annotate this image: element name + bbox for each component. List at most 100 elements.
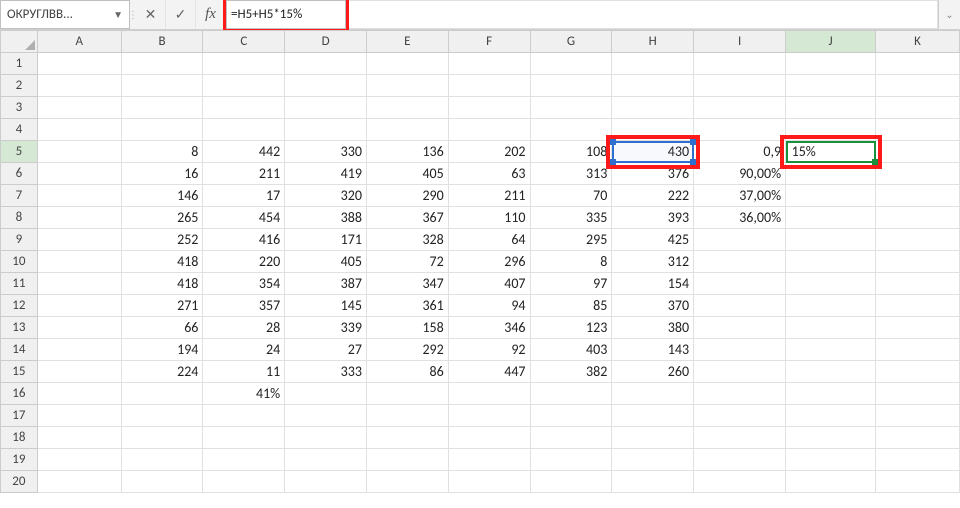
row-header-20[interactable]: 20 bbox=[1, 471, 38, 493]
cell-J5[interactable] bbox=[786, 141, 876, 163]
column-header-J[interactable]: J bbox=[786, 31, 876, 53]
row-header-12[interactable]: 12 bbox=[1, 295, 38, 317]
cell-B6[interactable]: 16 bbox=[121, 163, 203, 185]
cell-I18[interactable] bbox=[694, 427, 786, 449]
cell-J9[interactable] bbox=[786, 229, 876, 251]
cell-C12[interactable]: 357 bbox=[203, 295, 285, 317]
cell-C20[interactable] bbox=[203, 471, 285, 493]
cell-H16[interactable] bbox=[612, 383, 694, 405]
row-header-2[interactable]: 2 bbox=[1, 75, 38, 97]
cell-F19[interactable] bbox=[448, 449, 530, 471]
cell-J14[interactable] bbox=[786, 339, 876, 361]
column-header-A[interactable]: A bbox=[37, 31, 121, 53]
cell-K3[interactable] bbox=[876, 97, 960, 119]
row-header-11[interactable]: 11 bbox=[1, 273, 38, 295]
cell-I3[interactable] bbox=[694, 97, 786, 119]
cell-C10[interactable]: 220 bbox=[203, 251, 285, 273]
cell-H2[interactable] bbox=[612, 75, 694, 97]
cell-B15[interactable]: 224 bbox=[121, 361, 203, 383]
select-all-corner[interactable] bbox=[1, 31, 38, 53]
cell-K20[interactable] bbox=[876, 471, 960, 493]
cell-D19[interactable] bbox=[285, 449, 367, 471]
cell-F4[interactable] bbox=[448, 119, 530, 141]
cell-F6[interactable]: 63 bbox=[448, 163, 530, 185]
cell-B16[interactable] bbox=[121, 383, 203, 405]
cell-J4[interactable] bbox=[786, 119, 876, 141]
cell-I12[interactable] bbox=[694, 295, 786, 317]
cell-D18[interactable] bbox=[285, 427, 367, 449]
cell-E1[interactable] bbox=[366, 53, 448, 75]
cell-C13[interactable]: 28 bbox=[203, 317, 285, 339]
cell-H19[interactable] bbox=[612, 449, 694, 471]
cell-G14[interactable]: 403 bbox=[530, 339, 612, 361]
cell-I19[interactable] bbox=[694, 449, 786, 471]
name-box[interactable]: ОКРУГЛВВ... ▼ bbox=[0, 0, 130, 29]
cell-A18[interactable] bbox=[37, 427, 121, 449]
cell-H13[interactable]: 380 bbox=[612, 317, 694, 339]
cell-H4[interactable] bbox=[612, 119, 694, 141]
cell-B5[interactable]: 8 bbox=[121, 141, 203, 163]
column-header-F[interactable]: F bbox=[448, 31, 530, 53]
row-header-10[interactable]: 10 bbox=[1, 251, 38, 273]
formula-input[interactable]: =H5+H5*15% bbox=[226, 0, 346, 29]
cell-A11[interactable] bbox=[37, 273, 121, 295]
formula-input-extent[interactable] bbox=[346, 0, 938, 29]
cell-G12[interactable]: 85 bbox=[530, 295, 612, 317]
cell-D9[interactable]: 171 bbox=[285, 229, 367, 251]
cell-K10[interactable] bbox=[876, 251, 960, 273]
cell-F17[interactable] bbox=[448, 405, 530, 427]
cell-K7[interactable] bbox=[876, 185, 960, 207]
cell-G19[interactable] bbox=[530, 449, 612, 471]
cell-J6[interactable] bbox=[786, 163, 876, 185]
cell-K16[interactable] bbox=[876, 383, 960, 405]
cell-H3[interactable] bbox=[612, 97, 694, 119]
cell-K6[interactable] bbox=[876, 163, 960, 185]
cell-K14[interactable] bbox=[876, 339, 960, 361]
cell-D16[interactable] bbox=[285, 383, 367, 405]
cell-D3[interactable] bbox=[285, 97, 367, 119]
cell-C2[interactable] bbox=[203, 75, 285, 97]
cell-H11[interactable]: 154 bbox=[612, 273, 694, 295]
cell-G2[interactable] bbox=[530, 75, 612, 97]
cell-J3[interactable] bbox=[786, 97, 876, 119]
cell-J13[interactable] bbox=[786, 317, 876, 339]
cell-J15[interactable] bbox=[786, 361, 876, 383]
cell-F3[interactable] bbox=[448, 97, 530, 119]
insert-function-button[interactable]: fx bbox=[196, 0, 226, 29]
cell-G1[interactable] bbox=[530, 53, 612, 75]
cell-A20[interactable] bbox=[37, 471, 121, 493]
cell-A7[interactable] bbox=[37, 185, 121, 207]
cell-C6[interactable]: 211 bbox=[203, 163, 285, 185]
cell-H6[interactable]: 376 bbox=[612, 163, 694, 185]
column-header-G[interactable]: G bbox=[530, 31, 612, 53]
cell-G8[interactable]: 335 bbox=[530, 207, 612, 229]
row-header-13[interactable]: 13 bbox=[1, 317, 38, 339]
cell-F1[interactable] bbox=[448, 53, 530, 75]
cell-K11[interactable] bbox=[876, 273, 960, 295]
cell-I14[interactable] bbox=[694, 339, 786, 361]
cell-B1[interactable] bbox=[121, 53, 203, 75]
cell-C11[interactable]: 354 bbox=[203, 273, 285, 295]
cell-F12[interactable]: 94 bbox=[448, 295, 530, 317]
cell-B7[interactable]: 146 bbox=[121, 185, 203, 207]
cell-J11[interactable] bbox=[786, 273, 876, 295]
row-header-8[interactable]: 8 bbox=[1, 207, 38, 229]
cell-D12[interactable]: 145 bbox=[285, 295, 367, 317]
cell-F18[interactable] bbox=[448, 427, 530, 449]
cell-G5[interactable]: 108 bbox=[530, 141, 612, 163]
cell-A16[interactable] bbox=[37, 383, 121, 405]
cell-F2[interactable] bbox=[448, 75, 530, 97]
column-header-C[interactable]: C bbox=[203, 31, 285, 53]
cell-E12[interactable]: 361 bbox=[366, 295, 448, 317]
cell-J2[interactable] bbox=[786, 75, 876, 97]
cell-H20[interactable] bbox=[612, 471, 694, 493]
cell-G20[interactable] bbox=[530, 471, 612, 493]
cell-D1[interactable] bbox=[285, 53, 367, 75]
cell-I1[interactable] bbox=[694, 53, 786, 75]
cell-H9[interactable]: 425 bbox=[612, 229, 694, 251]
cell-F8[interactable]: 110 bbox=[448, 207, 530, 229]
cell-B14[interactable]: 194 bbox=[121, 339, 203, 361]
cell-I16[interactable] bbox=[694, 383, 786, 405]
cell-K1[interactable] bbox=[876, 53, 960, 75]
cell-D13[interactable]: 339 bbox=[285, 317, 367, 339]
